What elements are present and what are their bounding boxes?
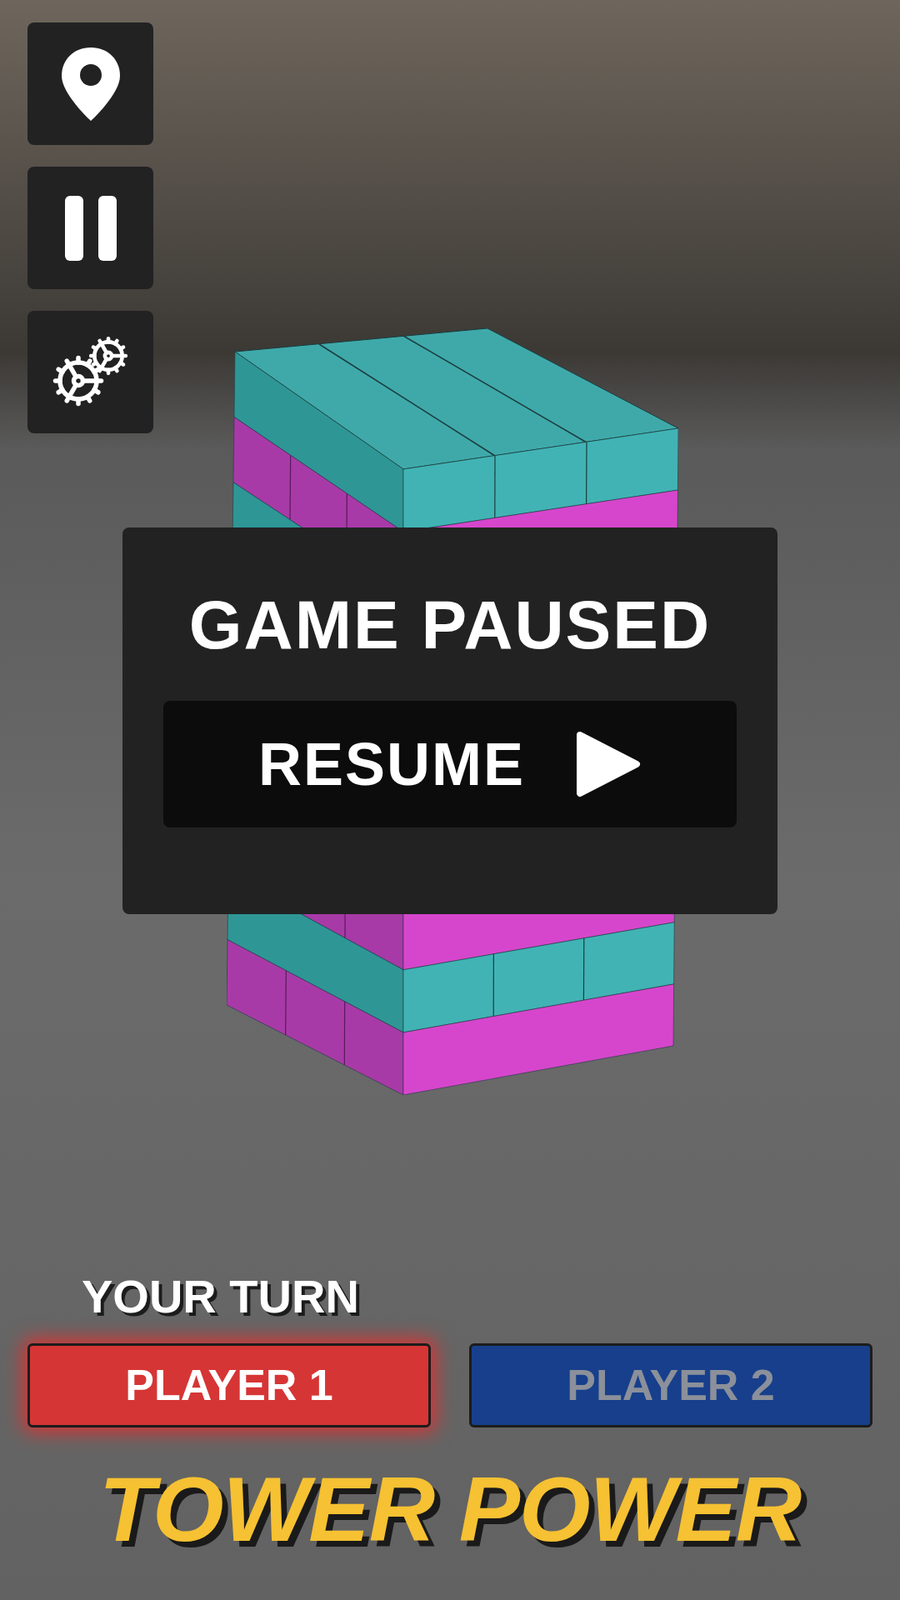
- player-button[interactable]: PLAYER 1: [27, 1343, 431, 1428]
- pause-dialog: GAME PAUSED RESUME: [122, 527, 778, 915]
- turn-label: YOUR TURN: [81, 1269, 873, 1324]
- bottom-panel: YOUR TURN PLAYER 1 PLAYER 2 TOWER POWER: [0, 1269, 900, 1600]
- resume-label: RESUME: [258, 730, 525, 799]
- game-logo: TOWER POWER: [27, 1460, 873, 1558]
- location-pin-icon: [56, 45, 125, 123]
- player-button[interactable]: PLAYER 2: [469, 1343, 873, 1428]
- toolbar: [0, 0, 154, 434]
- location-button[interactable]: [27, 22, 154, 145]
- settings-button[interactable]: [27, 310, 154, 434]
- settings-gears-icon: [50, 335, 131, 410]
- pause-icon: [61, 194, 120, 263]
- player-row: PLAYER 1 PLAYER 2: [27, 1343, 873, 1428]
- game-screen: GAME PAUSEDRESUMEYOUR TURNPLAYER 1PLAYER…: [0, 0, 900, 1600]
- play-icon: [573, 730, 642, 799]
- dialog-title: GAME PAUSED: [189, 587, 711, 663]
- pause-button[interactable]: [27, 166, 154, 290]
- resume-button[interactable]: RESUME: [163, 700, 737, 828]
